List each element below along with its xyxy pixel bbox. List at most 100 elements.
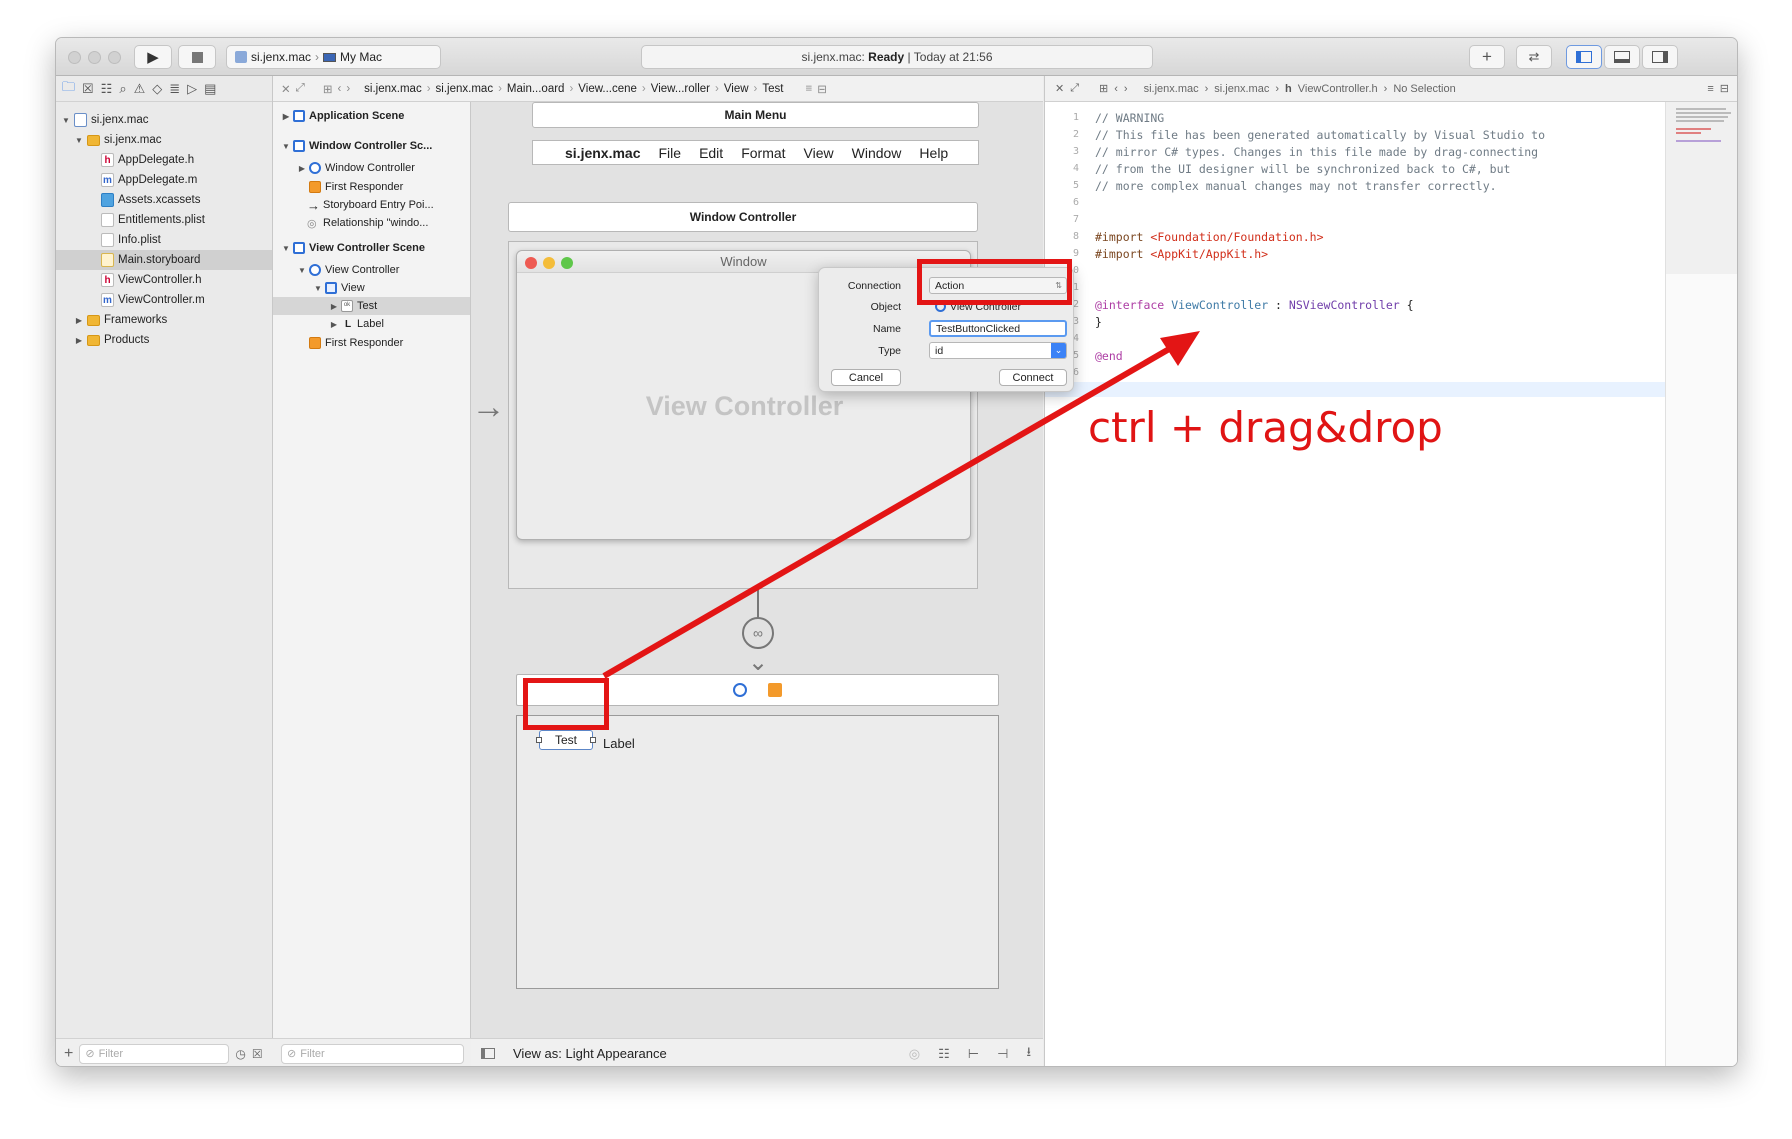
tree-item-project[interactable]: ▼ si.jenx.mac xyxy=(56,110,272,130)
jump-project[interactable]: si.jenx.mac xyxy=(364,83,422,95)
cancel-button[interactable]: Cancel xyxy=(831,369,901,386)
folder-icon[interactable]: 🗀 xyxy=(62,78,75,100)
connect-button[interactable]: Connect xyxy=(999,369,1067,386)
outline-item-label[interactable]: ▶ L Label xyxy=(273,315,470,333)
resize-handle[interactable] xyxy=(590,737,596,743)
minimize-window-button[interactable] xyxy=(88,51,101,64)
jump-project[interactable]: si.jenx.mac xyxy=(1144,83,1199,95)
editor-options-icon[interactable]: ≡ xyxy=(805,83,812,95)
test-icon[interactable]: ◇ xyxy=(152,81,162,97)
search-icon[interactable]: ⌕ xyxy=(119,81,126,97)
tree-item-file[interactable]: h ViewController.h xyxy=(56,270,272,290)
jump-controller[interactable]: View...roller xyxy=(651,83,710,95)
menu-app[interactable]: si.jenx.mac xyxy=(565,145,641,161)
code-review-button[interactable]: ⇄ xyxy=(1516,45,1552,69)
debug-icon[interactable]: ≣ xyxy=(169,81,180,97)
main-menu-scene-header[interactable]: Main Menu xyxy=(532,102,979,128)
tree-item-file[interactable]: m AppDelegate.m xyxy=(56,170,272,190)
tree-item-file[interactable]: Assets.xcassets xyxy=(56,190,272,210)
navigator-filter-input[interactable]: ⊘ Filter xyxy=(79,1043,230,1064)
outline-item-window-controller-scene[interactable]: ▼ Window Controller Sc... xyxy=(273,137,470,155)
menu-edit[interactable]: Edit xyxy=(699,145,723,161)
toggle-navigator-button[interactable] xyxy=(1566,45,1602,69)
jump-group[interactable]: si.jenx.mac xyxy=(1214,83,1269,95)
align-icon[interactable]: ⊢ xyxy=(968,1046,979,1062)
disclosure-closed-icon[interactable]: ▶ xyxy=(297,164,307,173)
stop-button[interactable] xyxy=(178,45,216,69)
jump-button[interactable]: Test xyxy=(762,83,783,95)
view-controller-content-view[interactable]: Test Label xyxy=(516,715,999,989)
disclosure-open-icon[interactable]: ▼ xyxy=(281,244,291,253)
close-window-button[interactable] xyxy=(68,51,81,64)
add-editor-icon[interactable]: ⊟ xyxy=(817,82,827,96)
back-icon[interactable]: ‹ xyxy=(337,83,341,95)
jump-scene[interactable]: View...cene xyxy=(578,83,637,95)
outline-item-view-controller[interactable]: ▼ View Controller xyxy=(273,261,470,279)
outline-item-test-button[interactable]: ▶ ok Test xyxy=(273,297,470,315)
outline-item-relationship[interactable]: ◎ Relationship "windo... xyxy=(273,214,470,232)
outline-item-first-responder[interactable]: First Responder xyxy=(273,178,470,196)
appearance-label[interactable]: View as: Light Appearance xyxy=(513,1046,667,1061)
toggle-inspector-button[interactable] xyxy=(1642,45,1678,69)
menu-help[interactable]: Help xyxy=(919,145,948,161)
disclosure-open-icon[interactable]: ▼ xyxy=(313,284,323,293)
recent-files-icon[interactable]: ◷ xyxy=(235,1047,245,1061)
resolve-icon[interactable]: ⭳ xyxy=(1026,1043,1031,1065)
tree-item-file-selected[interactable]: Main.storyboard xyxy=(56,250,272,270)
close-icon[interactable]: ✕ xyxy=(281,82,291,96)
disclosure-closed-icon[interactable]: ▶ xyxy=(329,320,339,329)
outline-item-entry-point[interactable]: → Storyboard Entry Poi... xyxy=(273,196,470,214)
first-responder-icon[interactable] xyxy=(768,683,782,697)
back-icon[interactable]: ‹ xyxy=(1114,83,1118,95)
source-control-filter-icon[interactable]: ☒ xyxy=(252,1047,263,1061)
source-control-icon[interactable]: ☒ xyxy=(82,81,94,97)
zoom-window-button[interactable] xyxy=(108,51,121,64)
type-combo[interactable]: id ⌄ xyxy=(929,342,1067,359)
outline-item-view[interactable]: ▼ View xyxy=(273,279,470,297)
jump-group[interactable]: si.jenx.mac xyxy=(436,83,494,95)
embed-icon[interactable]: ☷ xyxy=(938,1046,950,1062)
window-controller-scene-header[interactable]: Window Controller xyxy=(508,202,978,232)
view-controller-icon[interactable] xyxy=(733,683,747,697)
toggle-outline-icon[interactable] xyxy=(481,1048,495,1059)
add-editor-icon[interactable]: ⊟ xyxy=(1720,82,1729,95)
menu-view[interactable]: View xyxy=(804,145,834,161)
name-input[interactable]: TestButtonClicked xyxy=(929,320,1067,337)
forward-icon[interactable]: › xyxy=(346,83,350,95)
expand-icon[interactable]: ⤢ xyxy=(1070,82,1079,95)
code-minimap[interactable] xyxy=(1665,102,1737,1066)
outline-filter-input[interactable]: ⊘ Filter xyxy=(281,1043,464,1064)
breakpoint-icon[interactable]: ▷ xyxy=(187,81,197,97)
run-button[interactable]: ▶ xyxy=(134,45,172,69)
tree-item-file[interactable]: Info.plist xyxy=(56,230,272,250)
menu-format[interactable]: Format xyxy=(741,145,785,161)
disclosure-open-icon[interactable]: ▼ xyxy=(281,142,291,151)
close-icon[interactable]: ✕ xyxy=(1055,82,1064,95)
menu-window[interactable]: Window xyxy=(852,145,902,161)
tree-item-file[interactable]: m ViewController.m xyxy=(56,290,272,310)
jump-storyboard[interactable]: Main...oard xyxy=(507,83,565,95)
report-icon[interactable]: ▤ xyxy=(204,81,216,97)
jump-view[interactable]: View xyxy=(724,83,749,95)
disclosure-open-icon[interactable]: ▼ xyxy=(74,136,84,145)
tree-item-group[interactable]: ▶ Frameworks xyxy=(56,310,272,330)
pin-icon[interactable]: ⊣ xyxy=(997,1046,1008,1062)
main-menu-bar[interactable]: si.jenx.mac File Edit Format View Window… xyxy=(532,140,979,165)
update-frames-icon[interactable]: ◎ xyxy=(909,1046,920,1062)
library-button[interactable]: + xyxy=(1469,45,1505,69)
disclosure-closed-icon[interactable]: ▶ xyxy=(74,316,84,325)
tree-item-file[interactable]: h AppDelegate.h xyxy=(56,150,272,170)
grid-icon[interactable]: ⊞ xyxy=(323,82,333,96)
disclosure-closed-icon[interactable]: ▶ xyxy=(329,302,339,311)
warning-icon[interactable]: ⚠ xyxy=(134,81,146,97)
chevron-down-icon[interactable]: ⌄ xyxy=(1051,343,1066,358)
interface-builder-canvas[interactable]: Main Menu si.jenx.mac File Edit Format V… xyxy=(471,102,1043,1038)
entry-point-arrow-icon[interactable]: → xyxy=(471,390,506,424)
forward-icon[interactable]: › xyxy=(1124,83,1128,95)
outline-item-first-responder[interactable]: First Responder xyxy=(273,334,470,352)
outline-item-window-controller[interactable]: ▶ Window Controller xyxy=(273,159,470,177)
toggle-debug-button[interactable] xyxy=(1604,45,1640,69)
outline-item-view-controller-scene[interactable]: ▼ View Controller Scene xyxy=(273,239,470,257)
jump-file[interactable]: ViewController.h xyxy=(1298,83,1378,95)
scheme-selector[interactable]: si.jenx.mac › My Mac xyxy=(226,45,441,69)
